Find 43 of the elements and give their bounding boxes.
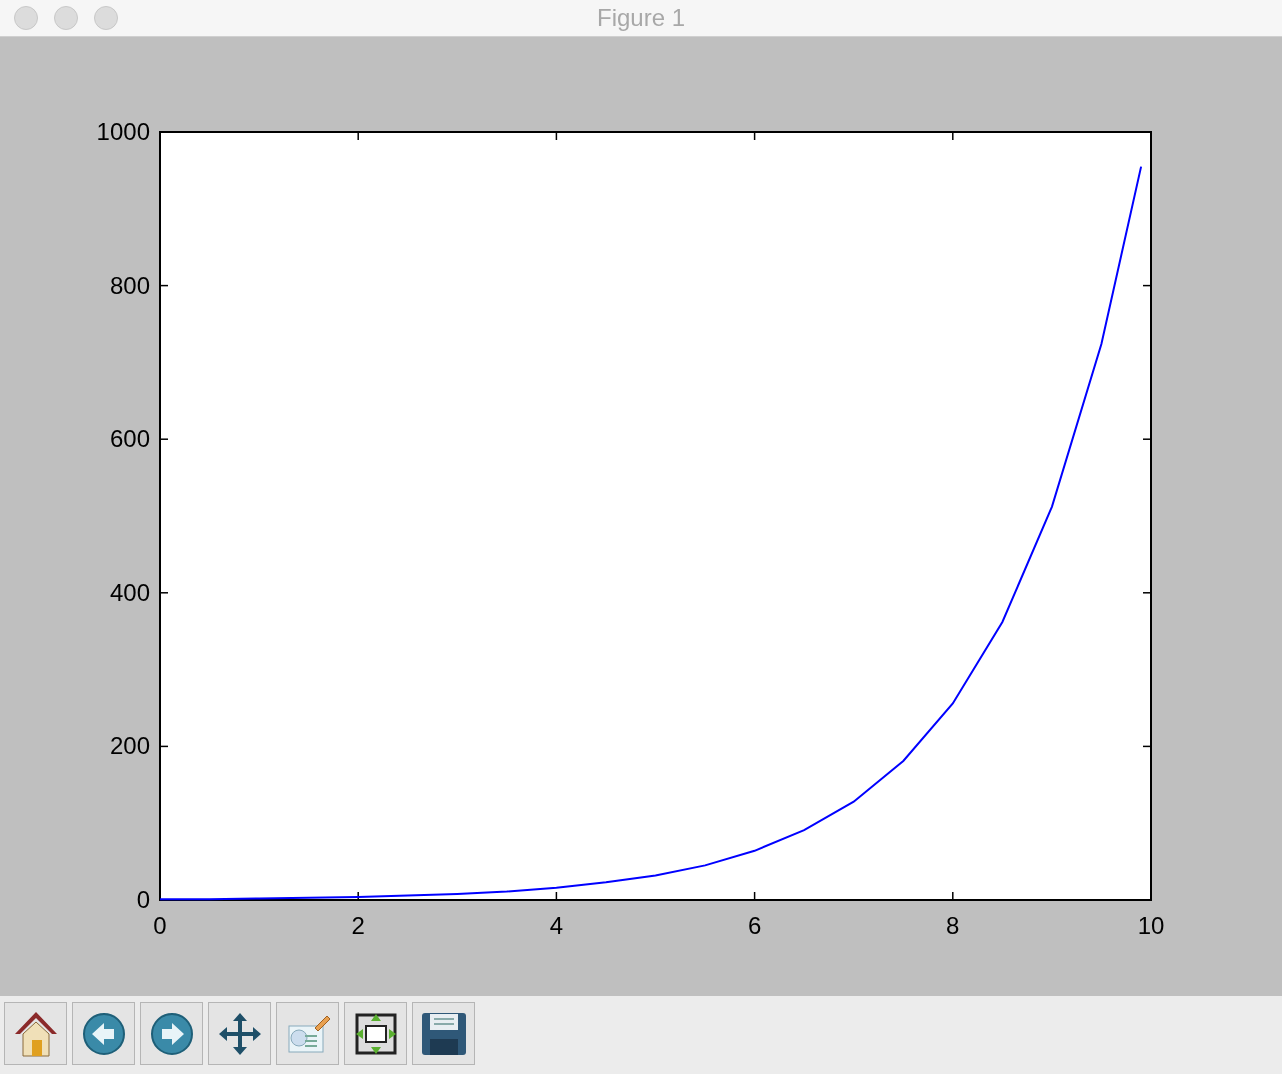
back-button[interactable] [72, 1002, 135, 1065]
x-tick [555, 891, 558, 901]
x-tick [1150, 131, 1152, 141]
y-tick [1142, 284, 1152, 287]
y-tick-label: 600 [109, 425, 150, 453]
x-tick [1150, 891, 1152, 901]
x-tick-label: 0 [153, 912, 167, 939]
configure-button[interactable] [344, 1002, 407, 1065]
x-tick [952, 131, 954, 141]
x-tick-label: 2 [351, 912, 365, 939]
y-tick-label: 400 [109, 578, 150, 606]
y-tick-label: 200 [109, 732, 150, 760]
pan-button[interactable] [208, 1002, 271, 1065]
y-tick [1142, 131, 1152, 133]
y-tick [1142, 899, 1152, 901]
y-tick [159, 284, 169, 287]
y-tick-label: 800 [109, 271, 150, 299]
x-tick [555, 131, 558, 141]
y-tick [159, 592, 169, 594]
x-tick-label: 8 [946, 912, 960, 939]
save-button[interactable] [412, 1002, 475, 1065]
home-button[interactable] [4, 1002, 67, 1065]
x-tick-label: 10 [1137, 912, 1165, 939]
x-tick-label: 4 [549, 912, 564, 939]
y-tick [1142, 592, 1152, 594]
x-tick-label: 6 [747, 912, 762, 939]
y-tick [159, 438, 169, 440]
y-tick [159, 899, 169, 901]
x-tick [753, 131, 756, 141]
y-tick-label: 0 [136, 886, 150, 913]
y-tick [1142, 438, 1152, 440]
y-tick [159, 745, 169, 748]
x-tick [753, 891, 756, 901]
x-tick [952, 891, 954, 901]
y-tick-label: 1000 [96, 118, 150, 145]
y-tick [159, 131, 169, 133]
window-title: Figure 1 [596, 4, 685, 32]
forward-button[interactable] [140, 1002, 203, 1065]
x-tick [159, 131, 161, 141]
x-tick [357, 131, 359, 141]
y-tick [1142, 745, 1152, 748]
x-tick [357, 891, 359, 901]
x-tick [159, 891, 161, 901]
